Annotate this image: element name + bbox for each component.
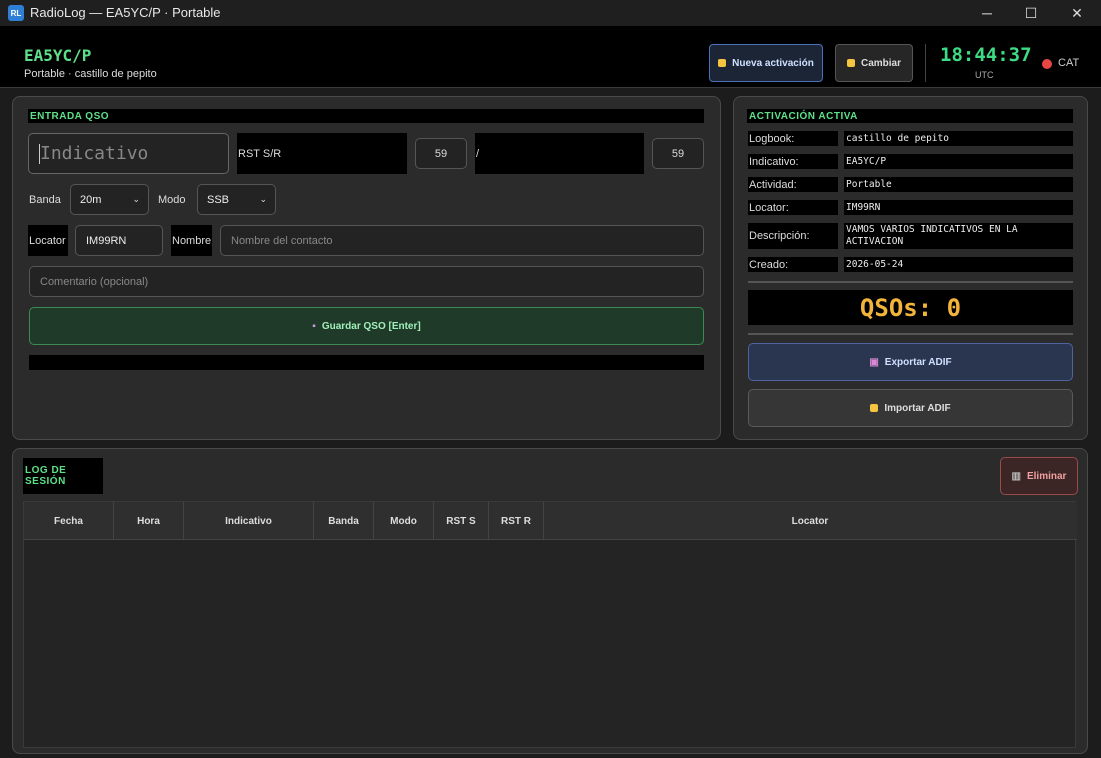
minimize-button[interactable]: ─: [964, 0, 1010, 26]
table-header: Fecha Hora Indicativo Banda Modo RST S R…: [24, 502, 1077, 540]
station-callsign: EA5YC/P: [24, 46, 92, 65]
mode-value: SSB: [207, 193, 230, 206]
delete-button[interactable]: ▥ Eliminar: [1000, 457, 1078, 495]
locator-info-value: IM99RN: [844, 200, 1073, 215]
mode-select[interactable]: SSB ⌄: [197, 184, 276, 215]
cat-label[interactable]: CAT: [1058, 57, 1079, 69]
qso-entry-title: ENTRADA QSO: [28, 109, 704, 123]
import-adif-button[interactable]: Importar ADIF: [748, 389, 1073, 427]
locator-info-label: Locator:: [748, 200, 838, 215]
rst-separator: /: [475, 133, 644, 174]
folder-icon: [870, 404, 879, 412]
column-rst-r[interactable]: RST R: [489, 502, 544, 540]
separator-line: [748, 333, 1073, 335]
column-hora[interactable]: Hora: [114, 502, 184, 540]
separator-line: [748, 281, 1073, 283]
column-rst-s[interactable]: RST S: [434, 502, 489, 540]
callsign-input[interactable]: Indicativo: [28, 133, 229, 174]
column-fecha[interactable]: Fecha: [24, 502, 114, 540]
qso-counter: QSOs: 0: [748, 290, 1073, 325]
callsign-placeholder: Indicativo: [40, 143, 149, 164]
save-qso-label: Guardar QSO [Enter]: [321, 320, 421, 332]
maximize-button[interactable]: ☐: [1008, 0, 1054, 26]
callsign-info-label: Indicativo:: [748, 154, 838, 169]
window-title: RadioLog — EA5YC/P · Portable: [30, 5, 221, 20]
export-adif-label: Exportar ADIF: [884, 356, 952, 368]
description-label: Descripción:: [748, 223, 838, 249]
notepad-icon: [718, 59, 727, 67]
column-indicativo[interactable]: Indicativo: [184, 502, 314, 540]
locator-label: Locator: [28, 225, 68, 256]
export-icon: ▣: [869, 356, 879, 368]
floppy-disk-icon: ▪: [312, 320, 316, 332]
description-value: VAMOS VARIOS INDICATIVOS EN LA ACTIVACIO…: [844, 223, 1073, 249]
header-divider: [925, 44, 926, 82]
band-value: 20m: [80, 193, 102, 206]
activity-value: Portable: [844, 177, 1073, 192]
utc-label: UTC: [975, 70, 994, 80]
utc-clock: 18:44:37: [940, 44, 1032, 66]
logbook-value: castillo de pepito: [844, 131, 1073, 146]
chevron-down-icon: ⌄: [259, 194, 267, 204]
created-value: 2026-05-24: [844, 257, 1073, 272]
app-logo-icon: RL: [8, 5, 24, 21]
folder-icon: [846, 59, 855, 67]
activation-subtitle: Portable · castillo de pepito: [24, 68, 157, 80]
rst-sent-input[interactable]: 59: [415, 138, 467, 169]
rst-label: RST S/R: [237, 133, 407, 174]
name-input[interactable]: Nombre del contacto: [220, 225, 704, 256]
cat-status-icon: [1042, 59, 1052, 69]
change-activation-button[interactable]: Cambiar: [835, 44, 913, 82]
rst-rcvd-input[interactable]: 59: [652, 138, 704, 169]
comment-placeholder: Comentario (opcional): [40, 275, 149, 288]
close-button[interactable]: ✕: [1054, 0, 1100, 26]
comment-input[interactable]: Comentario (opcional): [29, 266, 704, 297]
title-bar: RL RadioLog — EA5YC/P · Portable ─ ☐ ✕: [0, 0, 1101, 26]
trash-icon: ▥: [1011, 470, 1021, 482]
delete-label: Eliminar: [1026, 470, 1067, 482]
app-header: EA5YC/P Portable · castillo de pepito Nu…: [0, 26, 1101, 88]
log-table: Fecha Hora Indicativo Banda Modo RST S R…: [23, 501, 1077, 748]
save-qso-button[interactable]: ▪ Guardar QSO [Enter]: [29, 307, 704, 345]
band-select[interactable]: 20m ⌄: [70, 184, 149, 215]
callsign-info-value: EA5YC/P: [844, 154, 1073, 169]
export-adif-button[interactable]: ▣ Exportar ADIF: [748, 343, 1073, 381]
locator-input[interactable]: IM99RN: [75, 225, 163, 256]
mode-label: Modo: [158, 193, 186, 206]
activity-label: Actividad:: [748, 177, 838, 192]
column-locator[interactable]: Locator: [544, 502, 1076, 540]
logbook-label: Logbook:: [748, 131, 838, 146]
new-activation-button[interactable]: Nueva activación: [709, 44, 823, 82]
column-banda[interactable]: Banda: [314, 502, 374, 540]
new-activation-label: Nueva activación: [732, 57, 814, 69]
active-activation-title: ACTIVACIÓN ACTIVA: [747, 109, 1073, 123]
column-modo[interactable]: Modo: [374, 502, 434, 540]
status-bar: [29, 355, 704, 370]
chevron-down-icon: ⌄: [132, 194, 140, 204]
import-adif-label: Importar ADIF: [884, 402, 951, 414]
change-label: Cambiar: [860, 57, 901, 69]
band-label: Banda: [29, 193, 61, 206]
name-placeholder: Nombre del contacto: [231, 234, 333, 247]
created-label: Creado:: [748, 257, 838, 272]
name-label: Nombre: [171, 225, 212, 256]
session-log-title: LOG DE SESIÓN: [23, 458, 103, 494]
